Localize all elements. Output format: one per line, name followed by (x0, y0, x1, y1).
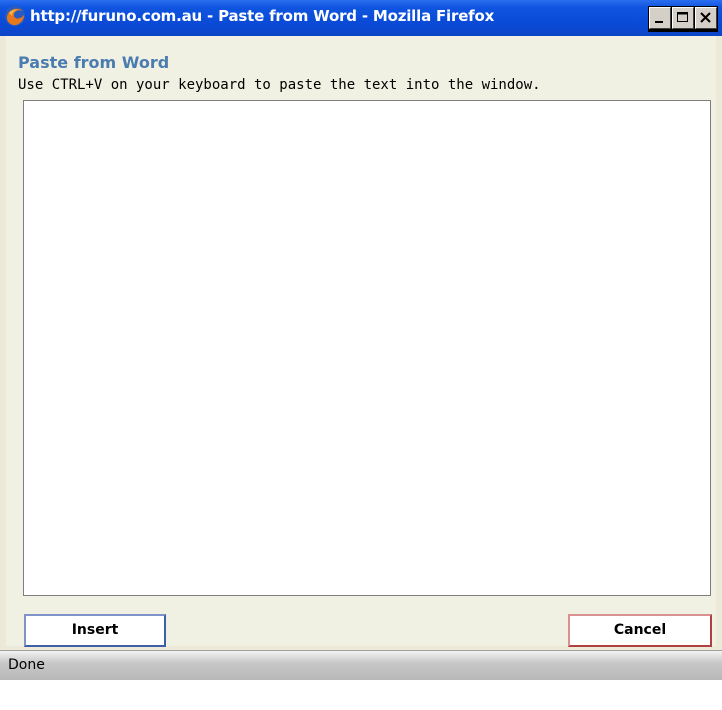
minimize-button[interactable] (649, 7, 671, 29)
minimize-icon (655, 21, 663, 23)
window-controls (648, 6, 718, 32)
close-icon (700, 12, 711, 23)
paste-area[interactable] (23, 100, 711, 596)
paste-instructions: Use CTRL+V on your keyboard to paste the… (18, 77, 541, 93)
close-button[interactable] (695, 7, 717, 29)
browser-popup-window: http://furuno.com.au - Paste from Word -… (0, 0, 722, 710)
title-bar[interactable]: http://furuno.com.au - Paste from Word -… (0, 0, 722, 36)
status-bar: Done (0, 650, 722, 680)
status-text: Done (8, 657, 45, 673)
insert-button[interactable]: Insert (24, 614, 166, 647)
window-title: http://furuno.com.au - Paste from Word -… (30, 7, 495, 25)
cancel-button[interactable]: Cancel (568, 614, 712, 647)
outer-background (0, 680, 722, 710)
dialog-title: Paste from Word (18, 53, 170, 72)
firefox-icon (3, 4, 27, 28)
maximize-icon (677, 12, 688, 22)
maximize-button[interactable] (672, 7, 694, 29)
